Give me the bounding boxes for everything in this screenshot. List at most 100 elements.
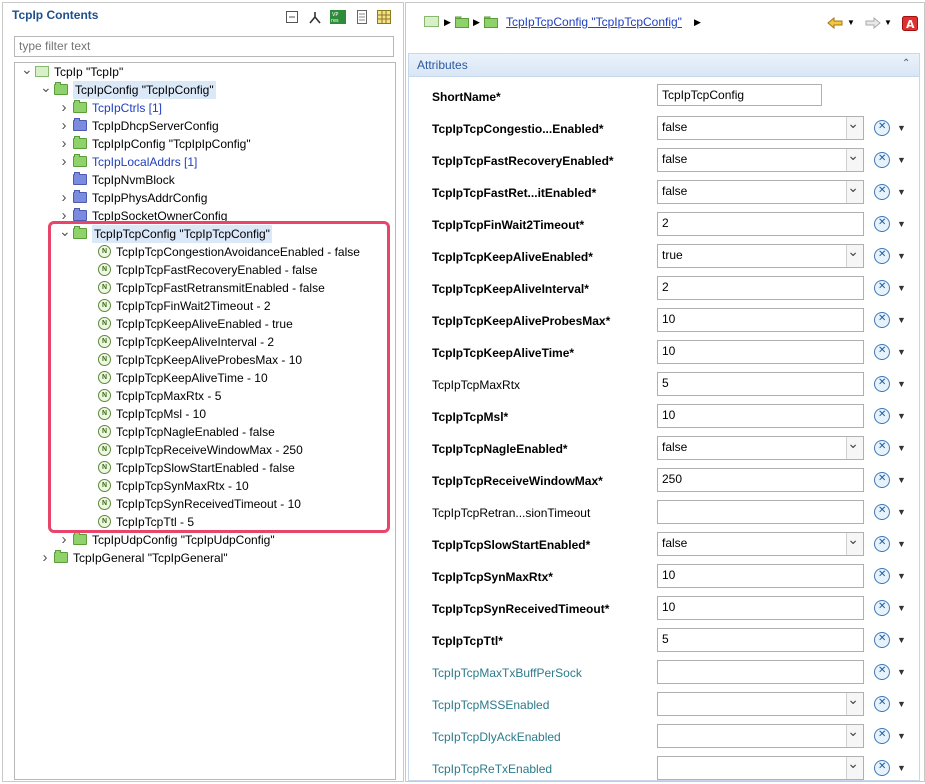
attribute-combo[interactable]: false ⌄ — [657, 145, 864, 172]
chevron-down-icon[interactable]: ▼ — [847, 18, 855, 27]
breadcrumb-link[interactable]: TcpIpTcpConfig "TcpIpTcpConfig" — [506, 15, 682, 29]
breadcrumb-separator-icon[interactable]: ▶ — [444, 17, 451, 28]
attribute-combo[interactable]: false ⌄ — [657, 529, 864, 556]
reset-value-icon[interactable] — [874, 344, 890, 360]
chevron-down-icon[interactable]: ⌄ — [847, 529, 859, 549]
attribute-text-field[interactable]: 10 — [657, 308, 864, 332]
reset-value-icon[interactable] — [874, 632, 890, 648]
back-arrow-icon[interactable] — [827, 16, 843, 32]
attribute-combo[interactable]: false ⌄ — [657, 177, 864, 204]
section-header[interactable]: Attributes ⌃ — [409, 54, 919, 77]
attribute-text-field[interactable]: 250 — [657, 468, 864, 492]
expand-closed-icon[interactable]: › — [59, 189, 69, 207]
chevron-down-icon[interactable]: ⌄ — [847, 433, 859, 453]
reset-menu-chevron-icon[interactable]: ▼ — [897, 667, 906, 677]
attribute-combo[interactable]: ⌄ — [657, 689, 864, 716]
reset-menu-chevron-icon[interactable]: ▼ — [897, 571, 906, 581]
expand-closed-icon[interactable]: › — [59, 531, 69, 549]
reset-menu-chevron-icon[interactable]: ▼ — [897, 731, 906, 741]
reset-menu-chevron-icon[interactable]: ▼ — [897, 603, 906, 613]
attribute-text-field[interactable]: 5 — [657, 628, 864, 652]
attribute-text-field[interactable]: 10 — [657, 596, 864, 620]
attribute-combo[interactable]: false ⌄ — [657, 433, 864, 460]
grid-icon[interactable] — [377, 10, 391, 24]
filter-field[interactable] — [14, 36, 394, 57]
reset-menu-chevron-icon[interactable]: ▼ — [897, 187, 906, 197]
attribute-text-field[interactable]: 10 — [657, 340, 864, 364]
reset-value-icon[interactable] — [874, 152, 890, 168]
attribute-combo[interactable]: ⌄ — [657, 753, 864, 780]
reset-menu-chevron-icon[interactable]: ▼ — [897, 283, 906, 293]
reset-menu-chevron-icon[interactable]: ▼ — [897, 155, 906, 165]
attribute-combo[interactable]: true ⌄ — [657, 241, 864, 268]
tree-node[interactable]: ⌄ TcpIpConfig "TcpIpConfig" — [15, 80, 395, 99]
collapse-all-icon[interactable] — [285, 10, 299, 24]
tree-node[interactable]: › TcpIpGeneral "TcpIpGeneral" — [15, 549, 395, 567]
expand-open-icon[interactable]: ⌄ — [40, 80, 52, 99]
expand-closed-icon[interactable]: › — [59, 117, 69, 135]
attribute-text-field[interactable]: 10 — [657, 404, 864, 428]
reset-value-icon[interactable] — [874, 120, 890, 136]
reset-value-icon[interactable] — [874, 600, 890, 616]
breadcrumb-separator-icon[interactable]: ▶ — [473, 17, 480, 28]
reset-value-icon[interactable] — [874, 184, 890, 200]
attribute-text-field[interactable]: 5 — [657, 372, 864, 396]
reset-value-icon[interactable] — [874, 312, 890, 328]
reset-menu-chevron-icon[interactable]: ▼ — [897, 411, 906, 421]
tree-node[interactable]: › TcpIpDhcpServerConfig — [15, 117, 395, 135]
reset-value-icon[interactable] — [874, 376, 890, 392]
reset-menu-chevron-icon[interactable]: ▼ — [897, 219, 906, 229]
reset-menu-chevron-icon[interactable]: ▼ — [897, 315, 906, 325]
vp-res-icon[interactable]: VP res — [330, 10, 346, 24]
reset-menu-chevron-icon[interactable]: ▼ — [897, 379, 906, 389]
reset-value-icon[interactable] — [874, 504, 890, 520]
expand-closed-icon[interactable]: › — [59, 135, 69, 153]
attribute-text-field[interactable]: 2 — [657, 212, 864, 236]
folder-icon[interactable] — [484, 16, 498, 31]
expand-closed-icon[interactable]: › — [59, 99, 69, 117]
reset-menu-chevron-icon[interactable]: ▼ — [897, 635, 906, 645]
chevron-down-icon[interactable]: ⌄ — [847, 721, 859, 741]
attribute-text-field[interactable]: 2 — [657, 276, 864, 300]
chevron-down-icon[interactable]: ⌄ — [847, 241, 859, 261]
reset-menu-chevron-icon[interactable]: ▼ — [897, 699, 906, 709]
attribute-text-field[interactable]: 10 — [657, 564, 864, 588]
tree-node[interactable]: › TcpIpPhysAddrConfig — [15, 189, 395, 207]
autosar-icon[interactable]: A — [902, 16, 918, 34]
chevron-down-icon[interactable]: ⌄ — [847, 177, 859, 197]
reset-value-icon[interactable] — [874, 568, 890, 584]
root-node-icon[interactable] — [424, 16, 440, 31]
attribute-text-field[interactable] — [657, 660, 864, 684]
tree-node[interactable]: TcpIpNvmBlock — [15, 171, 395, 189]
attribute-combo[interactable]: ⌄ — [657, 721, 864, 748]
tree-node[interactable]: › TcpIpIpConfig "TcpIpIpConfig" — [15, 135, 395, 153]
filter-input[interactable] — [15, 37, 389, 54]
reset-value-icon[interactable] — [874, 536, 890, 552]
reset-value-icon[interactable] — [874, 248, 890, 264]
chevron-down-icon[interactable]: ⌄ — [847, 145, 859, 165]
breadcrumb-separator-icon[interactable]: ▶ — [694, 17, 701, 28]
folder-icon[interactable] — [455, 16, 469, 31]
collapse-section-icon[interactable]: ⌃ — [902, 58, 910, 69]
reset-value-icon[interactable] — [874, 440, 890, 456]
reset-value-icon[interactable] — [874, 760, 890, 776]
document-icon[interactable] — [355, 10, 369, 24]
attribute-text-field[interactable] — [657, 500, 864, 524]
chevron-down-icon[interactable]: ⌄ — [847, 689, 859, 709]
reset-menu-chevron-icon[interactable]: ▼ — [897, 763, 906, 773]
reset-menu-chevron-icon[interactable]: ▼ — [897, 507, 906, 517]
reset-menu-chevron-icon[interactable]: ▼ — [897, 123, 906, 133]
reset-menu-chevron-icon[interactable]: ▼ — [897, 539, 906, 549]
tree-node[interactable]: › TcpIpLocalAddrs [1] — [15, 153, 395, 171]
chevron-down-icon[interactable]: ⌄ — [847, 753, 859, 773]
reset-menu-chevron-icon[interactable]: ▼ — [897, 443, 906, 453]
tree-node[interactable]: ⌄ TcpIp "TcpIp" — [15, 63, 395, 81]
reset-menu-chevron-icon[interactable]: ▼ — [897, 251, 906, 261]
reset-value-icon[interactable] — [874, 472, 890, 488]
reset-value-icon[interactable] — [874, 408, 890, 424]
chevron-down-icon[interactable]: ⌄ — [847, 113, 859, 133]
reset-value-icon[interactable] — [874, 696, 890, 712]
reset-menu-chevron-icon[interactable]: ▼ — [897, 347, 906, 357]
reset-menu-chevron-icon[interactable]: ▼ — [897, 475, 906, 485]
expand-open-icon[interactable]: ⌄ — [21, 63, 33, 81]
